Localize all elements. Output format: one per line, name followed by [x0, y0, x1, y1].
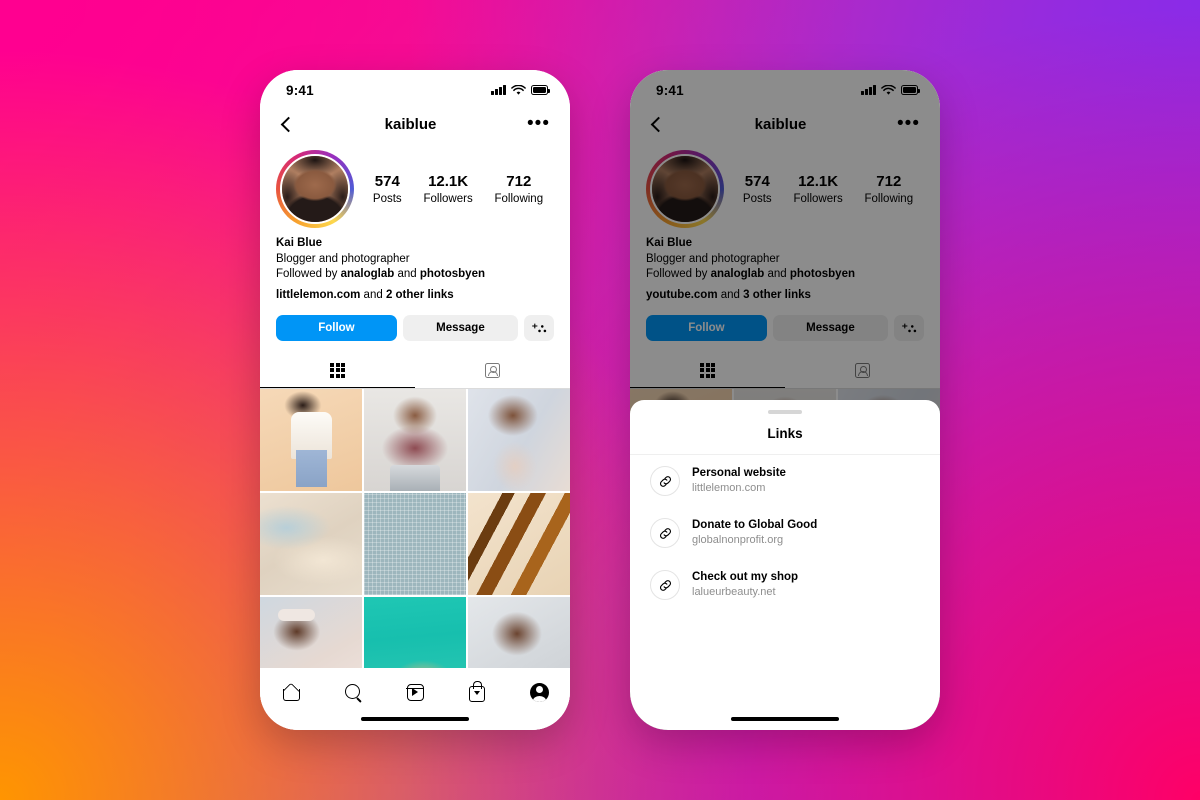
signal-bars-icon: [491, 85, 506, 95]
wifi-icon: [511, 84, 526, 95]
link-chain-icon: [650, 570, 680, 600]
battery-icon: [531, 85, 550, 95]
bio-links-line: littlelemon.com and 2 other links: [276, 288, 554, 304]
link-list-item[interactable]: Check out my shop lalueurbeauty.net: [630, 559, 940, 611]
link-title: Personal website: [692, 467, 786, 479]
add-user-icon[interactable]: ⁺⛬: [524, 315, 554, 341]
stat-followers-label: Followers: [423, 192, 473, 205]
stat-posts[interactable]: 574 Posts: [373, 172, 402, 207]
status-time: 9:41: [286, 82, 314, 98]
post-thumbnail-6[interactable]: [467, 492, 570, 596]
bio-links-join: and: [360, 288, 386, 301]
stat-followers-value: 12.1K: [428, 172, 469, 190]
post-thumbnail-2[interactable]: [363, 389, 467, 492]
profile-tabs: [260, 353, 570, 389]
phone-left-profile-screen: 9:41 kaiblue ••• 574 Posts 12.1K Followe…: [260, 70, 570, 730]
profile-bio: Kai Blue Blogger and photographer Follow…: [260, 228, 570, 303]
nav-reels[interactable]: [400, 679, 430, 705]
follow-button[interactable]: Follow: [276, 315, 397, 341]
stat-following[interactable]: 712 Following: [495, 172, 544, 207]
profile-avatar-icon: [529, 682, 549, 702]
screen-right: 9:41 kaiblue ••• 574 Posts 12.1K Followe…: [630, 70, 940, 730]
stat-posts-label: Posts: [372, 192, 402, 205]
bio-text: Blogger and photographer: [276, 252, 410, 265]
home-indicator: [731, 717, 839, 721]
link-url: globalnonprofit.org: [692, 534, 784, 546]
nav-shop[interactable]: [462, 679, 492, 705]
profile-summary-row: 574 Posts 12.1K Followers 712 Following: [260, 144, 570, 228]
bio-primary-link[interactable]: littlelemon.com: [276, 289, 360, 301]
post-grid: [260, 389, 570, 700]
nav-header: kaiblue •••: [260, 104, 570, 144]
link-url: littlelemon.com: [692, 482, 766, 494]
links-sheet-title: Links: [630, 414, 940, 455]
nav-profile[interactable]: [524, 679, 554, 705]
link-chain-icon: [650, 466, 680, 496]
link-url: lalueurbeauty.net: [692, 586, 776, 598]
home-icon: [282, 684, 301, 701]
nav-home[interactable]: [276, 679, 306, 705]
search-icon: [344, 683, 362, 701]
status-icons: [491, 84, 550, 96]
stat-posts-value: 574: [374, 172, 400, 190]
followed-by-line: Followed by analoglab and photosbyen: [276, 267, 554, 283]
stat-following-value: 712: [506, 172, 532, 190]
screen-left: 9:41 kaiblue ••• 574 Posts 12.1K Followe…: [260, 70, 570, 730]
nav-search[interactable]: [338, 679, 368, 705]
profile-stats: 574 Posts 12.1K Followers 712 Following: [354, 172, 554, 207]
phone-right-links-sheet-screen: 9:41 kaiblue ••• 574 Posts 12.1K Followe…: [630, 70, 940, 730]
link-list-item[interactable]: Donate to Global Good globalnonprofit.or…: [630, 507, 940, 559]
avatar[interactable]: [276, 150, 354, 228]
post-thumbnail-5[interactable]: [363, 492, 467, 596]
link-title: Donate to Global Good: [692, 519, 818, 531]
back-chevron-icon[interactable]: [280, 116, 297, 132]
followed-by-join: and: [394, 268, 420, 280]
page-title: kaiblue: [384, 115, 437, 133]
status-bar: 9:41: [260, 70, 570, 104]
post-thumbnail-3[interactable]: [467, 389, 570, 492]
reels-icon: [405, 683, 424, 701]
shop-bag-icon: [469, 680, 485, 702]
post-thumbnail-4[interactable]: [260, 492, 363, 596]
followed-by-user-2[interactable]: photosbyen: [420, 268, 485, 280]
more-options-icon[interactable]: •••: [527, 114, 550, 133]
followed-by-prefix: Followed by: [276, 268, 341, 280]
display-name: Kai Blue: [276, 237, 323, 249]
stat-following-label: Following: [494, 192, 544, 205]
bio-other-links[interactable]: 2 other links: [386, 289, 454, 301]
post-thumbnail-1[interactable]: [260, 389, 363, 492]
profile-actions: Follow Message ⁺⛬: [260, 303, 570, 341]
home-indicator: [361, 717, 469, 721]
message-button[interactable]: Message: [402, 315, 518, 341]
tab-grid[interactable]: [260, 353, 415, 388]
stat-followers[interactable]: 12.1K Followers: [423, 172, 472, 207]
followed-by-user-1[interactable]: analoglab: [341, 268, 395, 280]
tagged-photos-icon: [485, 363, 500, 378]
grid-icon: [330, 362, 345, 378]
link-title: Check out my shop: [692, 571, 799, 583]
tab-tagged[interactable]: [415, 353, 570, 388]
link-list-item[interactable]: Personal website littlelemon.com: [630, 455, 940, 507]
link-chain-icon: [650, 518, 680, 548]
links-bottom-sheet: Links Personal website littlelemon.com D…: [630, 400, 940, 730]
